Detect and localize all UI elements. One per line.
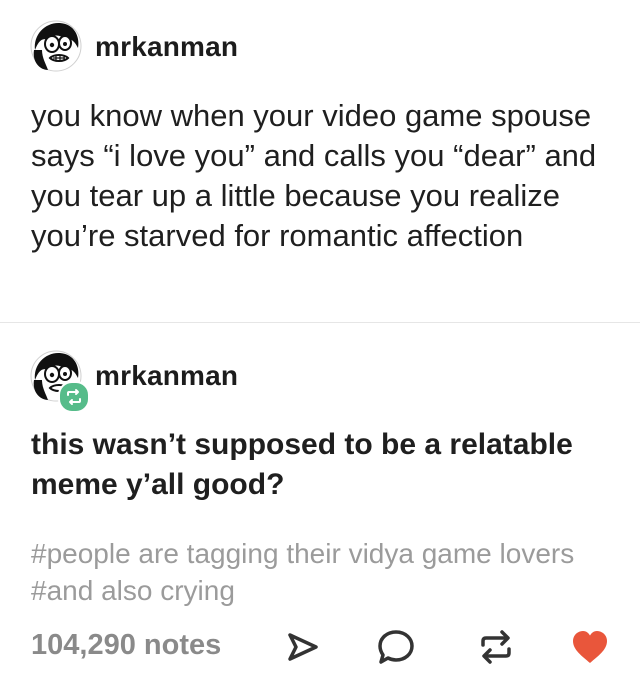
tag-list: #people are tagging their vidya game lov…	[31, 535, 591, 609]
reblog-button[interactable]	[474, 625, 518, 669]
post-username[interactable]: mrkanman	[95, 31, 238, 63]
notes-count[interactable]: 104,290 notes	[31, 629, 221, 662]
tag-link[interactable]: #people are tagging their vidya game lov…	[31, 538, 574, 569]
share-button[interactable]	[280, 625, 324, 669]
tag-link[interactable]: #and also crying	[31, 575, 235, 606]
reblog-icon	[481, 630, 511, 664]
original-post: mrkanman you know when your video game s…	[0, 0, 640, 322]
user-avatar[interactable]	[30, 20, 82, 72]
share-arrow-icon	[288, 633, 318, 661]
reblog-post: mrkanman this wasn’t supposed to be a re…	[0, 323, 640, 686]
reply-button[interactable]	[374, 625, 418, 669]
like-button[interactable]	[568, 625, 612, 669]
reblog-badge-icon	[58, 381, 90, 413]
reblog-username[interactable]: mrkanman	[95, 360, 238, 392]
post-body-text: you know when your video game spouse say…	[31, 98, 597, 253]
reblog-body-text: this wasn’t supposed to be a relatable m…	[31, 428, 573, 501]
reply-bubble-icon	[378, 630, 414, 664]
heart-icon	[573, 631, 607, 663]
avatar-face-icon	[30, 20, 82, 72]
